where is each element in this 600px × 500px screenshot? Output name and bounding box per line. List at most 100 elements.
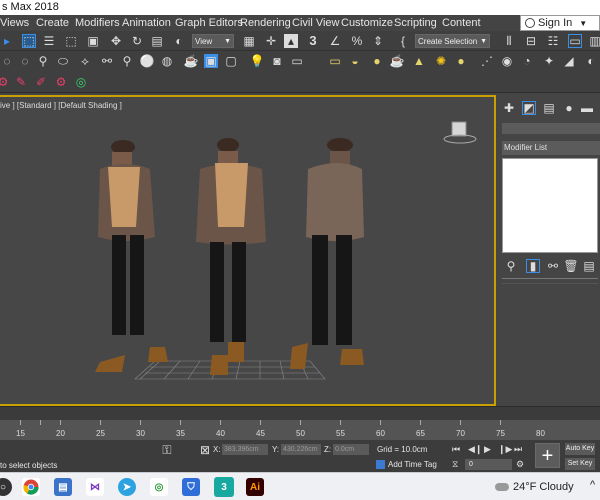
helper-icon[interactable]: ▭ (290, 54, 304, 68)
selection-filter-icon[interactable]: ⬭ (56, 54, 70, 68)
zoom-icon[interactable]: ⚲ (120, 54, 134, 68)
particle-flow-icon[interactable]: ⚙ (0, 75, 10, 89)
teapot-icon[interactable]: ☕ (184, 54, 199, 68)
atmosphere-icon[interactable]: ◔ (520, 54, 534, 68)
menu-graph-editors[interactable]: Graph Editors (175, 17, 243, 29)
render-production-icon[interactable]: ▢ (224, 54, 238, 68)
absolute-mode-icon[interactable]: ⊠ (198, 443, 212, 457)
rendered-frame-icon[interactable]: ▣ (204, 54, 218, 68)
object-name-field[interactable] (502, 123, 600, 134)
viewcube-icon[interactable] (440, 119, 480, 149)
menu-create[interactable]: Create (36, 17, 69, 29)
rectangular-selection-icon[interactable]: ⬚ (64, 34, 78, 48)
window-crossing-icon[interactable]: ▣ (86, 34, 100, 48)
material-editor-icon[interactable]: ◍ (160, 54, 174, 68)
link-icon[interactable]: ◌ (0, 54, 14, 68)
menu-rendering[interactable]: Rendering (240, 17, 291, 29)
toggle-ribbon-icon[interactable]: ▭ (568, 34, 582, 48)
configure-modifier-sets-icon[interactable]: ▤ (582, 259, 596, 273)
remove-modifier-icon[interactable]: 🗑 (563, 259, 578, 273)
defender-icon[interactable]: ⛉ (182, 478, 200, 496)
named-selection-dropdown[interactable]: Create Selection Se ▼ (415, 34, 490, 60)
curve-editor-icon[interactable]: ▥ (588, 34, 600, 48)
scale-icon[interactable]: ▤ (150, 34, 164, 48)
add-time-tag-button[interactable]: Add Time Tag (376, 460, 437, 469)
sphere-light-icon[interactable]: ● (454, 54, 468, 68)
set-key-button[interactable]: Set Key (565, 458, 595, 470)
teapot-primitive-icon[interactable]: ☕ (390, 54, 405, 68)
go-to-start-icon[interactable]: ⏮ (452, 444, 460, 455)
fingerprint-icon[interactable]: ◎ (74, 75, 88, 89)
light-icon[interactable]: 💡 (250, 54, 265, 68)
cone-primitive-icon[interactable]: ▲ (412, 54, 426, 68)
3ds-max-icon[interactable]: 3 (214, 477, 234, 497)
perspective-viewport[interactable]: ive ] [Standard ] [Default Shading ] (0, 95, 496, 406)
sign-in-button[interactable]: Sign In ▼ (520, 15, 600, 31)
tilt-icon[interactable]: ◢ (562, 54, 576, 68)
water-drop-icon[interactable]: ◉ (500, 54, 514, 68)
percent-snap-icon[interactable]: % (350, 34, 364, 48)
create-tab-icon[interactable]: ✚ (502, 101, 516, 115)
hierarchy-tab-icon[interactable]: ▤ (542, 101, 556, 115)
play-icon[interactable]: ▶ (484, 444, 491, 455)
move-icon[interactable]: ✥ (109, 34, 123, 48)
modifier-list-dropdown[interactable]: Modifier List (502, 141, 600, 155)
illustrator-icon[interactable]: Ai (246, 478, 264, 496)
geosphere-primitive-icon[interactable]: ● (370, 54, 384, 68)
menu-content[interactable]: Content (442, 17, 481, 29)
menu-scripting[interactable]: Scripting (394, 17, 437, 29)
show-end-result-icon[interactable]: ▮ (526, 259, 540, 273)
time-configuration-icon[interactable]: ⚙ (516, 459, 524, 470)
brush-icon[interactable]: ✐ (34, 75, 48, 89)
paint-icon[interactable]: ✎ (14, 75, 28, 89)
menu-customize[interactable]: Customize (341, 17, 393, 29)
current-frame-field[interactable]: 0 (465, 459, 512, 470)
x-coordinate-field[interactable]: 383.396cm (222, 444, 268, 455)
menu-civil-view[interactable]: Civil View (292, 17, 339, 29)
hierarchy-icon[interactable]: ⚯ (100, 54, 114, 68)
camera-icon[interactable]: ◙ (270, 54, 284, 68)
sun-light-icon[interactable]: ✺ (434, 54, 448, 68)
modify-tab-icon[interactable]: ◩ (522, 101, 536, 115)
go-to-end-icon[interactable]: ⏭ (514, 444, 522, 455)
sphere-primitive-icon[interactable]: ◒ (348, 54, 362, 68)
layer-explorer-icon[interactable]: ☷ (546, 34, 560, 48)
set-keys-button[interactable]: + (535, 443, 560, 468)
reference-coordinate-dropdown[interactable]: View ▼ (192, 34, 234, 48)
spinner-snap-icon[interactable]: ⇕ (371, 34, 385, 48)
pin-stack-icon[interactable]: ⚲ (504, 259, 518, 273)
rotate-icon[interactable]: ↻ (130, 34, 144, 48)
chrome-icon[interactable] (22, 478, 40, 496)
weather-widget[interactable]: 24°F Cloudy (495, 481, 574, 493)
select-manipulate-icon[interactable]: ✛ (264, 34, 278, 48)
modifier-stack[interactable] (502, 158, 598, 253)
menu-modifiers[interactable]: Modifiers (75, 17, 120, 29)
place-icon[interactable]: ◐ (172, 34, 186, 48)
select-by-name-icon[interactable]: ☰ (42, 34, 56, 48)
fog-icon[interactable]: ◐ (584, 54, 598, 68)
z-coordinate-field[interactable]: 0.0cm (333, 444, 369, 455)
angle-snap-icon[interactable]: ∠ (328, 34, 342, 48)
time-slider[interactable] (0, 406, 600, 420)
visual-studio-icon[interactable]: ⋈ (86, 478, 104, 496)
gear-icon[interactable]: ⚙ (54, 75, 68, 89)
snaps-toggle-icon[interactable]: 3 (306, 33, 320, 48)
box-primitive-icon[interactable]: ▭ (328, 54, 342, 68)
mirror-icon[interactable]: ⫴ (502, 34, 516, 48)
selection-lock-icon[interactable]: ⚿ (160, 443, 174, 457)
chevron-up-icon[interactable]: ^ (590, 479, 595, 491)
pivot-center-icon[interactable]: ▦ (242, 34, 256, 48)
auto-key-button[interactable]: Auto Key (565, 443, 595, 455)
next-frame-icon[interactable]: ❙▶ (498, 444, 512, 455)
search-icon[interactable]: ○ (0, 478, 12, 496)
keyboard-shortcut-icon[interactable]: ▴ (284, 34, 298, 48)
isolate-icon[interactable]: ⟡ (78, 54, 92, 68)
maps-icon[interactable]: ◎ (150, 478, 168, 496)
viewport-label[interactable]: ive ] [Standard ] [Default Shading ] (0, 101, 122, 110)
previous-frame-icon[interactable]: ◀❙ (468, 444, 482, 455)
edit-named-selection-icon[interactable]: { (396, 34, 410, 48)
align-icon[interactable]: ⊟ (524, 34, 538, 48)
unlink-icon[interactable]: ◌ (18, 54, 32, 68)
select-object-icon[interactable]: ⬚ (22, 34, 36, 48)
render-setup-icon[interactable]: ⚪ (140, 54, 155, 68)
